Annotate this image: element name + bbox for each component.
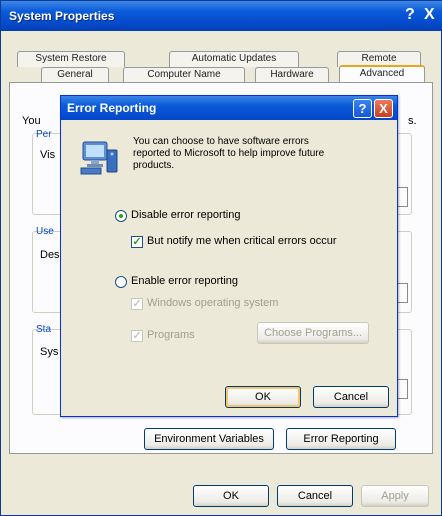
- computer-error-report-icon: [79, 138, 123, 178]
- tab-advanced[interactable]: Advanced: [339, 65, 425, 83]
- window-help-button[interactable]: ?: [405, 6, 415, 24]
- user-profiles-group-text: Des: [40, 249, 60, 261]
- windows-os-checkbox[interactable]: ✓: [131, 298, 143, 310]
- dialog-cancel-button[interactable]: Cancel: [313, 386, 389, 408]
- dialog-title: Error Reporting: [67, 101, 157, 115]
- dialog-close-button[interactable]: X: [374, 99, 393, 118]
- window-title: System Properties: [9, 9, 115, 23]
- user-profiles-settings-button-edge[interactable]: [398, 283, 408, 303]
- dialog-ok-button[interactable]: OK: [225, 386, 301, 408]
- panel-intro-tail: s.: [408, 115, 417, 127]
- performance-group-label: Per: [36, 129, 52, 140]
- windows-os-label: Windows operating system: [147, 297, 279, 309]
- startup-recovery-group-text: Sys: [40, 346, 59, 358]
- dialog-description: You can choose to have software errors r…: [133, 136, 325, 171]
- startup-settings-button-edge[interactable]: [398, 379, 408, 399]
- tab-general[interactable]: General: [41, 67, 109, 83]
- performance-group-text: Vis: [40, 149, 56, 161]
- notify-critical-errors-label[interactable]: But notify me when critical errors occur: [147, 235, 337, 247]
- choose-programs-button[interactable]: Choose Programs...: [257, 322, 369, 344]
- tab-automatic-updates[interactable]: Automatic Updates: [169, 51, 299, 67]
- notify-critical-errors-checkbox[interactable]: ✓: [131, 236, 143, 248]
- tab-computer-name[interactable]: Computer Name: [123, 67, 245, 83]
- startup-recovery-group-label: Sta: [36, 324, 52, 335]
- disable-error-reporting-radio[interactable]: [115, 210, 127, 222]
- window-close-button[interactable]: X: [424, 6, 435, 24]
- ok-button[interactable]: OK: [193, 485, 269, 507]
- window-titlebar[interactable]: System Properties ? X: [1, 1, 442, 31]
- apply-button[interactable]: Apply: [361, 485, 429, 507]
- panel-intro-text: You: [22, 115, 41, 127]
- environment-variables-button[interactable]: Environment Variables: [144, 428, 274, 450]
- dialog-titlebar[interactable]: Error Reporting ? X: [61, 96, 397, 120]
- dialog-help-button[interactable]: ?: [353, 99, 372, 118]
- programs-checkbox[interactable]: ✓: [131, 330, 143, 342]
- disable-error-reporting-label[interactable]: Disable error reporting: [131, 209, 240, 221]
- tab-hardware[interactable]: Hardware: [255, 67, 329, 83]
- enable-error-reporting-radio[interactable]: [115, 276, 127, 288]
- programs-label: Programs: [147, 329, 195, 341]
- error-reporting-dialog: Error Reporting ? X You can choose to ha…: [60, 95, 398, 417]
- user-profiles-group-label: Use: [36, 226, 54, 237]
- tab-system-restore[interactable]: System Restore: [17, 51, 125, 67]
- error-reporting-button[interactable]: Error Reporting: [286, 428, 396, 450]
- performance-settings-button-edge[interactable]: [398, 187, 408, 207]
- cancel-button[interactable]: Cancel: [277, 485, 353, 507]
- enable-error-reporting-label[interactable]: Enable error reporting: [131, 275, 238, 287]
